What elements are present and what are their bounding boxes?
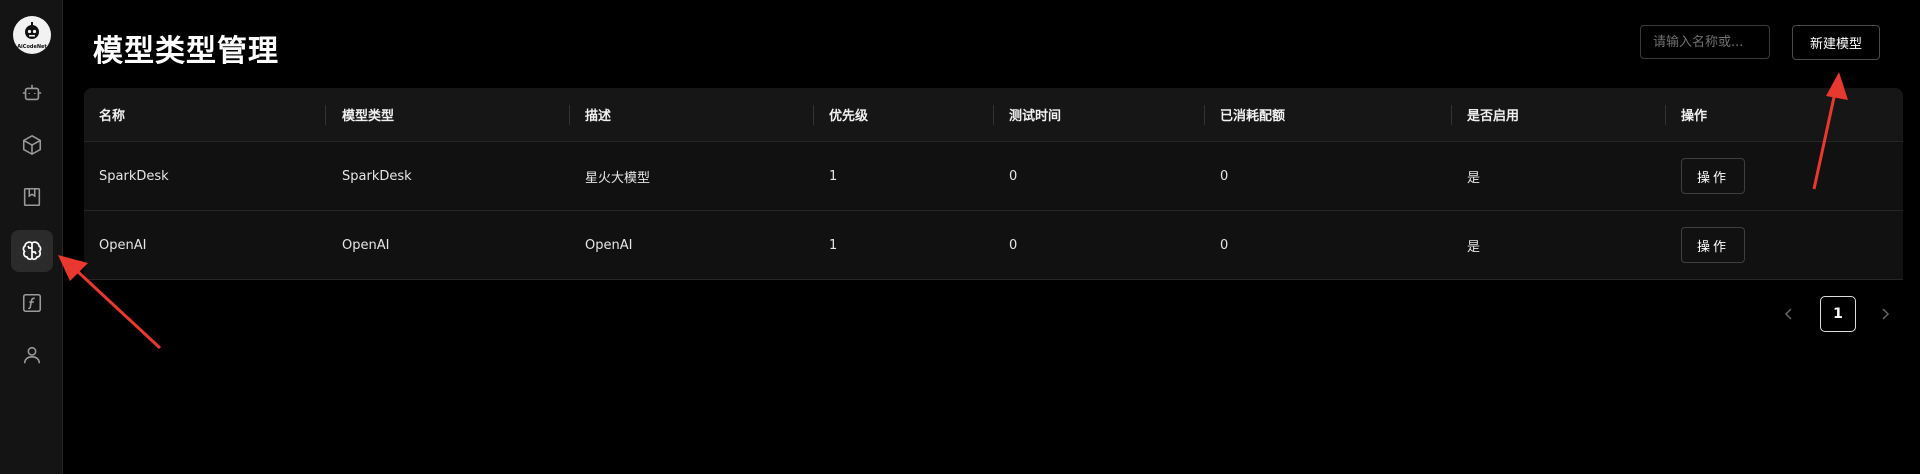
function-icon — [22, 293, 42, 313]
chevron-left-icon — [1784, 308, 1792, 320]
cell-type: SparkDesk — [342, 168, 412, 184]
cell-quota-used: 0 — [1220, 168, 1229, 184]
cell-description: 星火大模型 — [585, 170, 651, 186]
column-header-name: 名称 — [99, 109, 126, 124]
column-header-description: 描述 — [585, 109, 612, 124]
search-input[interactable] — [1640, 25, 1770, 59]
column-header-test-time: 测试时间 — [1009, 109, 1062, 124]
row-action-button[interactable]: 操作 — [1681, 227, 1745, 263]
page-number-current[interactable]: 1 — [1820, 296, 1856, 332]
cell-name: SparkDesk — [99, 168, 169, 184]
cell-actions: 操作 — [1666, 142, 1903, 210]
nav-item-knowledge[interactable] — [11, 176, 53, 218]
cell-type: OpenAI — [342, 237, 390, 253]
column-header-actions: 操作 — [1681, 109, 1708, 124]
cell-quota-used: 0 — [1220, 237, 1229, 253]
column-separator — [325, 105, 326, 125]
next-page-button[interactable] — [1871, 296, 1899, 332]
nav-item-robots[interactable] — [11, 72, 53, 114]
column-header-type: 模型类型 — [342, 109, 395, 124]
column-header-enabled: 是否启用 — [1467, 109, 1520, 124]
new-model-button[interactable]: 新建模型 — [1792, 25, 1880, 60]
cell-name: OpenAI — [99, 237, 147, 253]
cell-enabled: 是 — [1467, 239, 1481, 255]
cell-test-time: 0 — [1009, 168, 1018, 184]
logo-text: AiCodeNet — [17, 44, 47, 50]
brain-icon — [22, 241, 42, 261]
table-row: SparkDesk SparkDesk 星火大模型 1 0 0 是 操作 — [84, 142, 1903, 211]
nav-item-functions[interactable] — [11, 282, 53, 324]
table-row: OpenAI OpenAI OpenAI 1 0 0 是 操作 — [84, 211, 1903, 280]
nav-item-model-types[interactable] — [11, 230, 53, 272]
nav-item-models[interactable] — [11, 124, 53, 166]
cell-enabled: 是 — [1467, 170, 1481, 186]
robot-logo-icon — [25, 22, 39, 39]
table-header: 名称 模型类型 描述 优先级 测试时间 已消耗配额 是否启用 操作 — [84, 88, 1903, 142]
robot-icon — [22, 84, 42, 101]
page-title: 模型类型管理 — [93, 34, 279, 69]
cube-icon — [22, 134, 42, 156]
prev-page-button[interactable] — [1775, 296, 1803, 332]
cell-actions: 操作 — [1666, 211, 1903, 279]
column-header-quota-used: 已消耗配额 — [1220, 109, 1286, 124]
cell-priority: 1 — [829, 237, 838, 253]
app-logo[interactable]: AiCodeNet — [13, 16, 51, 54]
model-types-table: 名称 模型类型 描述 优先级 测试时间 已消耗配额 是否启用 操作 SparkD… — [84, 88, 1903, 280]
cell-test-time: 0 — [1009, 237, 1018, 253]
user-icon — [23, 346, 41, 364]
nav-item-user[interactable] — [11, 334, 53, 376]
column-header-priority: 优先级 — [829, 109, 869, 124]
bookmark-icon — [23, 187, 41, 207]
chevron-right-icon — [1882, 308, 1890, 320]
row-action-button[interactable]: 操作 — [1681, 158, 1745, 194]
sidebar: AiCodeNet — [0, 0, 63, 474]
cell-priority: 1 — [829, 168, 838, 184]
cell-description: OpenAI — [585, 237, 633, 253]
